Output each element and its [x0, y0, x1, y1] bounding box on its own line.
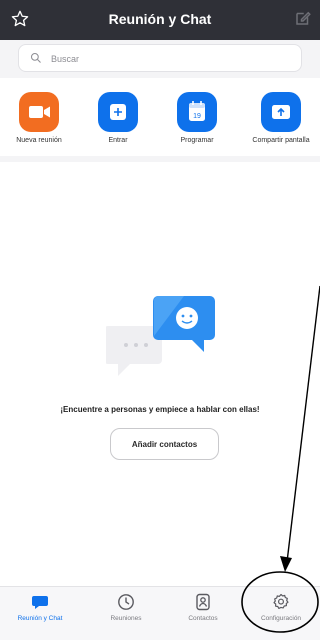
- join-tile[interactable]: [98, 92, 138, 132]
- schedule-button[interactable]: 19 Programar: [165, 92, 229, 144]
- add-contacts-button[interactable]: Añadir contactos: [110, 428, 219, 460]
- tab-meet-chat[interactable]: Reunión y Chat: [5, 593, 75, 622]
- share-screen-button[interactable]: Compartir pantalla: [249, 92, 313, 144]
- search-bar[interactable]: [18, 44, 302, 72]
- new-meeting-label: Nueva reunión: [16, 137, 62, 144]
- empty-state-message: ¡Encuentre a personas y empiece a hablar…: [60, 405, 260, 414]
- join-label: Entrar: [108, 137, 128, 144]
- tab-label: Reunión y Chat: [17, 615, 63, 622]
- tab-meetings[interactable]: Reuniones: [91, 593, 161, 622]
- new-meeting-tile[interactable]: [19, 92, 59, 132]
- tab-label: Configuración: [260, 615, 302, 622]
- page-title: Reunión y Chat: [108, 11, 212, 27]
- gear-icon: [273, 593, 289, 609]
- search-icon: [30, 52, 41, 63]
- contacts-icon: [196, 593, 210, 611]
- chat-list-empty: ¡Encuentre a personas y empiece a hablar…: [0, 162, 320, 586]
- schedule-label: Programar: [180, 137, 214, 144]
- search-input[interactable]: [49, 49, 293, 69]
- tab-label: Reuniones: [110, 615, 142, 622]
- schedule-tile[interactable]: 19: [177, 92, 217, 132]
- share-screen-label: Compartir pantalla: [252, 137, 310, 144]
- bottom-tab-bar: Reunión y Chat Reuniones Contactos Confi…: [0, 586, 320, 640]
- video-camera-icon: [29, 106, 50, 118]
- share-screen-icon: [272, 105, 290, 119]
- new-meeting-button[interactable]: Nueva reunión: [7, 92, 71, 144]
- chat-illustration-icon: [106, 296, 215, 376]
- top-bar: Reunión y Chat: [0, 0, 320, 40]
- tab-label: Contactos: [188, 615, 218, 622]
- join-button[interactable]: Entrar: [86, 92, 150, 144]
- plus-icon: [110, 104, 126, 120]
- clock-icon: [118, 594, 134, 610]
- tab-contacts[interactable]: Contactos: [168, 593, 238, 622]
- calendar-icon: 19: [189, 101, 205, 121]
- calendar-day: 19: [193, 113, 201, 120]
- chat-bubble-icon: [32, 596, 48, 609]
- share-screen-tile[interactable]: [261, 92, 301, 132]
- tab-settings[interactable]: Configuración: [246, 593, 316, 622]
- compose-icon[interactable]: [294, 9, 312, 27]
- quick-actions: Nueva reunión Entrar 19 Programar Compar…: [0, 78, 320, 156]
